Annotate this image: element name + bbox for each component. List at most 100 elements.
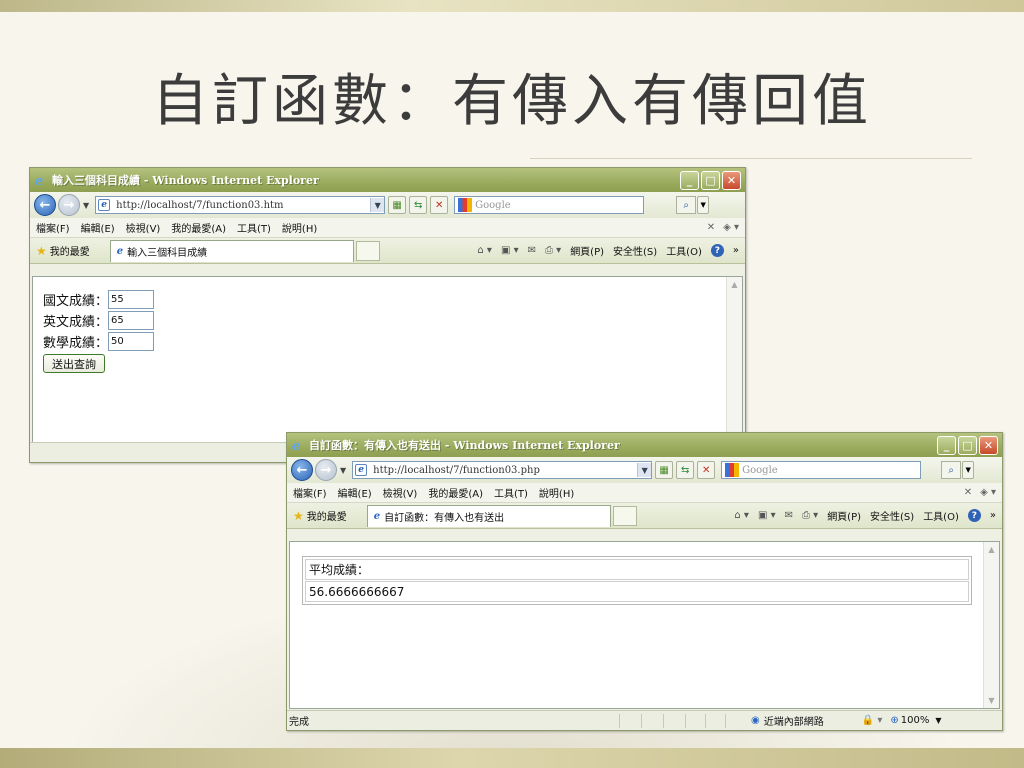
minimize-button[interactable]: _ xyxy=(680,170,699,190)
mail-icon[interactable]: ✉ xyxy=(785,510,793,521)
menu-view[interactable]: 檢視(V) xyxy=(126,220,161,235)
zoom-icon[interactable]: ⊕ xyxy=(890,715,898,726)
page-menu[interactable]: 網頁(P) xyxy=(570,243,604,258)
menu-edit[interactable]: 編輯(E) xyxy=(81,220,115,235)
tools-menu[interactable]: 工具(O) xyxy=(923,508,959,523)
back-button[interactable]: ← xyxy=(291,459,313,481)
home-icon[interactable]: ⌂ ▾ xyxy=(477,245,492,256)
search-button[interactable]: ⌕ xyxy=(941,461,962,479)
search-options-icon[interactable]: ▼ xyxy=(697,196,710,214)
form-row-math: 數學成績： xyxy=(43,331,155,352)
stop-button[interactable]: ✕ xyxy=(430,196,449,214)
tab-label: 輸入三個科目成績 xyxy=(127,247,208,259)
forward-button[interactable]: → xyxy=(58,194,80,216)
close-toolbar-icon[interactable]: ✕ xyxy=(707,222,715,233)
chinese-score-input[interactable] xyxy=(108,290,155,309)
url-input[interactable]: e http://localhost/7/function03.php ▼ xyxy=(352,461,653,479)
zoom-level[interactable]: 100% xyxy=(901,715,930,726)
favorites-label[interactable]: 我的最愛 xyxy=(50,243,90,258)
maximize-button[interactable]: □ xyxy=(958,435,977,455)
tab-active[interactable]: e 自訂函數：有傳入也有送出 xyxy=(366,504,611,527)
favorites-star-icon[interactable]: ★ xyxy=(293,509,304,523)
tab-active[interactable]: e 輸入三個科目成績 xyxy=(109,239,354,262)
page-menu[interactable]: 網頁(P) xyxy=(827,508,861,523)
mail-icon[interactable]: ✉ xyxy=(528,245,536,256)
form-row-chinese: 國文成績： xyxy=(43,289,155,310)
url-dropdown-icon[interactable]: ▼ xyxy=(370,198,385,212)
toolbar-options-icon[interactable]: ◈ ▾ xyxy=(723,222,739,233)
menu-tools[interactable]: 工具(T) xyxy=(237,220,271,235)
menu-favorites[interactable]: 我的最愛(A) xyxy=(428,485,483,500)
status-divider xyxy=(725,713,745,728)
back-button[interactable]: ← xyxy=(34,194,56,216)
menu-file[interactable]: 檔案(F) xyxy=(36,220,70,235)
compatibility-button[interactable]: ▦ xyxy=(655,461,674,479)
history-dropdown-icon[interactable]: ▼ xyxy=(340,466,346,475)
favorites-star-icon[interactable]: ★ xyxy=(36,244,47,258)
search-options-icon[interactable]: ▼ xyxy=(962,461,975,479)
help-icon[interactable]: ? xyxy=(967,509,981,522)
maximize-button[interactable]: □ xyxy=(701,170,720,190)
close-button[interactable]: ✕ xyxy=(979,435,998,455)
status-divider xyxy=(663,713,685,728)
favorites-bar: ★ 我的最愛 e 輸入三個科目成績 ⌂ ▾ ▣ ▾ ✉ ⎙ ▾ 網頁(P) 安全… xyxy=(30,238,745,264)
close-toolbar-icon[interactable]: ✕ xyxy=(964,487,972,498)
menu-help[interactable]: 說明(H) xyxy=(539,485,574,500)
new-tab-button[interactable] xyxy=(355,240,380,261)
menu-bar: 檔案(F) 編輯(E) 檢視(V) 我的最愛(A) 工具(T) 說明(H) ✕ … xyxy=(287,483,1002,503)
english-score-input[interactable] xyxy=(108,311,155,330)
minimize-button[interactable]: _ xyxy=(937,435,956,455)
safety-menu[interactable]: 安全性(S) xyxy=(613,243,657,258)
title-divider xyxy=(530,158,972,159)
compatibility-button[interactable]: ▦ xyxy=(388,196,407,214)
history-dropdown-icon[interactable]: ▼ xyxy=(83,201,89,210)
scroll-down-icon[interactable]: ▼ xyxy=(986,695,997,706)
home-icon[interactable]: ⌂ ▾ xyxy=(734,510,749,521)
favorites-label[interactable]: 我的最愛 xyxy=(307,508,347,523)
status-text: 完成 xyxy=(289,717,309,728)
submit-button[interactable]: 送出查詢 xyxy=(43,354,105,373)
chevron-more-icon[interactable]: » xyxy=(733,245,739,256)
window-titlebar[interactable]: e 自訂函數：有傳入也有送出 - Windows Internet Explor… xyxy=(287,433,1002,457)
url-input[interactable]: e http://localhost/7/function03.htm ▼ xyxy=(95,196,386,214)
window-titlebar[interactable]: e 輸入三個科目成績 - Windows Internet Explorer _… xyxy=(30,168,745,192)
slide-bottom-band xyxy=(0,748,1024,768)
new-tab-button[interactable] xyxy=(612,505,637,526)
menu-tools[interactable]: 工具(T) xyxy=(494,485,528,500)
refresh-button[interactable]: ⇆ xyxy=(676,461,695,479)
menu-help[interactable]: 說明(H) xyxy=(282,220,317,235)
url-dropdown-icon[interactable]: ▼ xyxy=(637,463,652,477)
close-button[interactable]: ✕ xyxy=(722,170,741,190)
scroll-up-icon[interactable]: ▲ xyxy=(986,544,997,555)
menu-favorites[interactable]: 我的最愛(A) xyxy=(171,220,226,235)
search-input[interactable]: Google xyxy=(454,196,645,214)
scroll-up-icon[interactable]: ▲ xyxy=(729,279,740,290)
help-icon[interactable]: ? xyxy=(710,244,724,257)
tools-menu[interactable]: 工具(O) xyxy=(666,243,702,258)
menu-view[interactable]: 檢視(V) xyxy=(383,485,418,500)
feeds-icon[interactable]: ▣ ▾ xyxy=(758,510,776,521)
zoom-dropdown-icon[interactable]: ▼ xyxy=(935,716,941,725)
menu-file[interactable]: 檔案(F) xyxy=(293,485,327,500)
print-icon[interactable]: ⎙ ▾ xyxy=(545,245,561,256)
vertical-scrollbar[interactable]: ▲ xyxy=(726,277,742,442)
chinese-score-label: 國文成績： xyxy=(43,294,109,309)
safety-menu[interactable]: 安全性(S) xyxy=(870,508,914,523)
search-placeholder: Google xyxy=(475,199,511,211)
network-zone-label[interactable]: 近端內部網路 xyxy=(764,713,854,728)
print-icon[interactable]: ⎙ ▾ xyxy=(802,510,818,521)
feeds-icon[interactable]: ▣ ▾ xyxy=(501,245,519,256)
toolbar-options-icon[interactable]: ◈ ▾ xyxy=(980,487,996,498)
stop-button[interactable]: ✕ xyxy=(697,461,716,479)
page-icon: e xyxy=(355,464,368,476)
google-icon xyxy=(725,463,740,477)
search-button[interactable]: ⌕ xyxy=(676,196,697,214)
vertical-scrollbar[interactable]: ▲ ▼ xyxy=(983,542,999,708)
chevron-more-icon[interactable]: » xyxy=(990,510,996,521)
refresh-button[interactable]: ⇆ xyxy=(409,196,428,214)
forward-button[interactable]: → xyxy=(315,459,337,481)
math-score-input[interactable] xyxy=(108,332,155,351)
protected-mode-icon[interactable]: 🔒 ▾ xyxy=(862,715,883,726)
menu-edit[interactable]: 編輯(E) xyxy=(338,485,372,500)
search-input[interactable]: Google xyxy=(721,461,922,479)
